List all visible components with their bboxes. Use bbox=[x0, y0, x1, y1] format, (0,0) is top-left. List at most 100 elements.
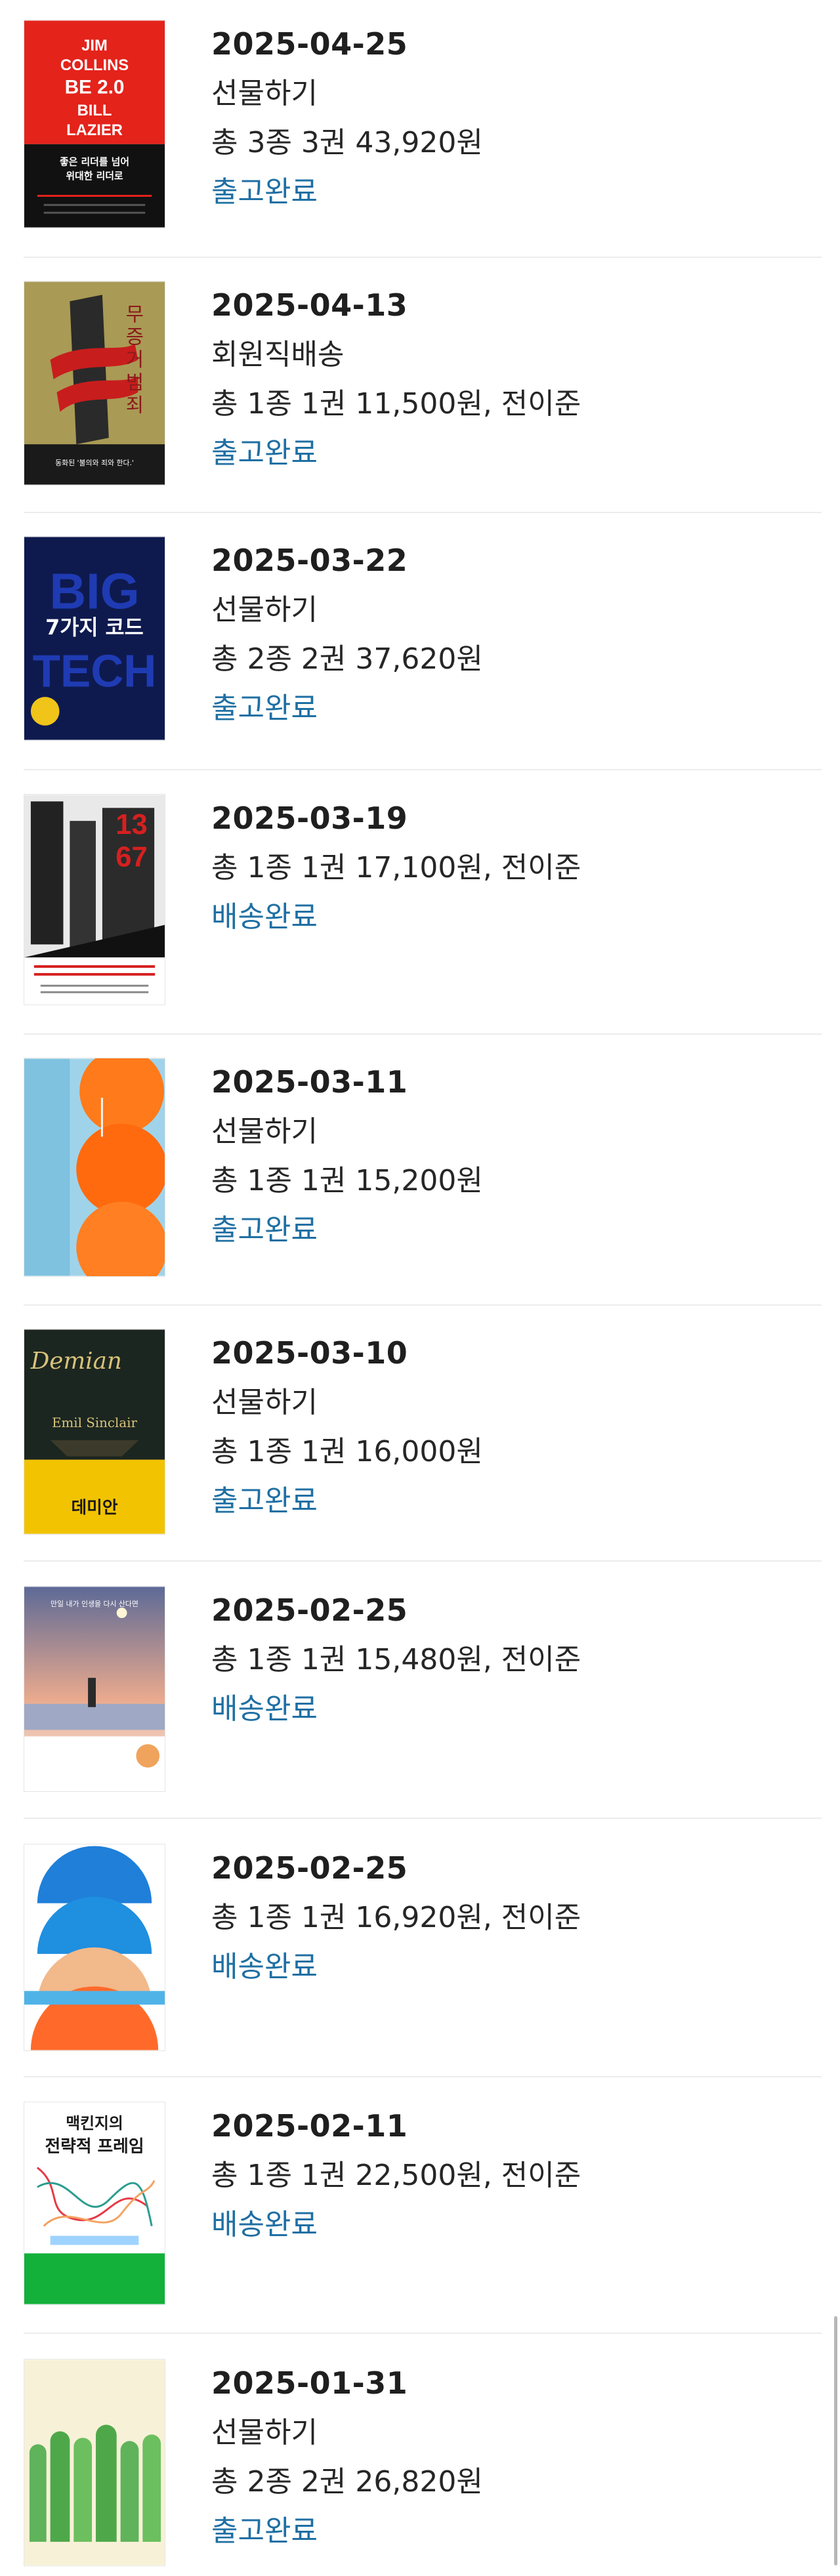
order-date: 2025-02-25 bbox=[211, 1592, 408, 1628]
order-info: 2025-01-31 선물하기 총 2종 2권 26,820원 출고완료 bbox=[211, 2359, 483, 2556]
order-status-link[interactable]: 출고완료 bbox=[211, 1205, 483, 1255]
cover-title-line: COLLINS bbox=[60, 56, 129, 74]
cover-title-line: 무 bbox=[126, 303, 144, 326]
order-date: 2025-01-31 bbox=[211, 2365, 408, 2401]
order-date: 2025-03-11 bbox=[211, 1064, 408, 1100]
book-cover-image: 맥킨지의 전략적 프레임 bbox=[24, 2102, 165, 2304]
book-cover-image: BIG TECH 7가지 코드 bbox=[24, 537, 165, 740]
order-info: 2025-02-25 총 1종 1권 15,480원, 전이준 배송완료 bbox=[211, 1586, 581, 1734]
cover-title-line: JIM bbox=[81, 37, 108, 54]
order-summary: 총 2종 2권 26,820원 bbox=[211, 2465, 483, 2499]
order-summary: 총 2종 2권 37,620원 bbox=[211, 642, 483, 676]
order-summary: 총 1종 1권 22,500원, 전이준 bbox=[211, 2159, 581, 2192]
divider bbox=[24, 1560, 822, 1562]
order-status-link[interactable]: 출고완료 bbox=[211, 167, 483, 217]
order-info: 2025-04-25 선물하기 총 3종 3권 43,920원 출고완료 bbox=[211, 20, 483, 217]
book-cover-image bbox=[24, 1058, 165, 1276]
book-cover-image bbox=[24, 1844, 165, 2050]
divider bbox=[24, 1304, 822, 1306]
scrollbar[interactable] bbox=[834, 2316, 837, 2566]
divider bbox=[24, 2333, 822, 2334]
order-summary: 총 1종 1권 15,480원, 전이준 bbox=[211, 1643, 581, 1676]
order-date: 2025-03-22 bbox=[211, 543, 408, 578]
cover-title-line: 만일 내가 인생을 다시 산다면 bbox=[51, 1599, 138, 1608]
book-cover-image bbox=[24, 2359, 165, 2566]
order-date: 2025-03-10 bbox=[211, 1335, 408, 1371]
book-cover[interactable] bbox=[24, 1844, 165, 2051]
order-summary: 총 3종 3권 43,920원 bbox=[211, 126, 483, 159]
cover-title-line: TECH bbox=[33, 645, 157, 696]
cover-title-line: LAZIER bbox=[66, 121, 123, 139]
order-summary: 총 1종 1권 17,100원, 전이준 bbox=[211, 851, 581, 884]
book-cover[interactable] bbox=[24, 2359, 165, 2566]
order-info: 2025-03-22 선물하기 총 2종 2권 37,620원 출고완료 bbox=[211, 536, 483, 733]
cover-title-line: 맥킨지의 bbox=[66, 2114, 123, 2132]
book-cover-image: 무 증 거 범 죄 동화된 '불의와 죄와 한다.' bbox=[24, 281, 165, 485]
cover-title-line: 67 bbox=[116, 841, 147, 873]
order-date: 2025-04-13 bbox=[211, 287, 408, 323]
order-summary: 총 1종 1권 16,000원 bbox=[211, 1435, 483, 1468]
order-status-link[interactable]: 출고완료 bbox=[211, 1476, 483, 1526]
cover-title-line: 범 bbox=[126, 371, 144, 394]
cover-subtitle: 동화된 '불의와 죄와 한다.' bbox=[55, 459, 134, 467]
book-cover-image: 13 67 bbox=[24, 795, 165, 1005]
book-cover-image: Demian Emil Sinclair 데미안 bbox=[24, 1329, 165, 1534]
book-cover[interactable]: 13 67 bbox=[24, 794, 165, 1005]
order-date: 2025-04-25 bbox=[211, 26, 408, 62]
order-type: 선물하기 bbox=[211, 77, 318, 110]
divider bbox=[24, 2076, 822, 2077]
cover-title-line: 전략적 프레임 bbox=[45, 2137, 144, 2157]
order-info: 2025-03-19 총 1종 1권 17,100원, 전이준 배송완료 bbox=[211, 794, 581, 942]
cover-title-line: Emil Sinclair bbox=[52, 1415, 137, 1430]
order-summary: 총 1종 1권 16,920원, 전이준 bbox=[211, 1901, 581, 1934]
divider bbox=[24, 512, 822, 513]
order-status-link[interactable]: 출고완료 bbox=[211, 428, 581, 478]
cover-title-line: 거 bbox=[126, 348, 144, 371]
order-date: 2025-03-19 bbox=[211, 800, 408, 836]
cover-title-line: Demian bbox=[30, 1348, 122, 1375]
book-cover[interactable]: JIM COLLINS BE 2.0 BILL LAZIER 좋은 리더를 넘어… bbox=[24, 20, 165, 228]
divider bbox=[24, 1033, 822, 1035]
order-status-link[interactable]: 배송완료 bbox=[211, 1942, 581, 1991]
book-cover-image: 만일 내가 인생을 다시 산다면 bbox=[24, 1587, 165, 1791]
order-type: 선물하기 bbox=[211, 2416, 318, 2449]
order-status-link[interactable]: 출고완료 bbox=[211, 684, 483, 733]
book-cover[interactable] bbox=[24, 1058, 165, 1277]
order-status-link[interactable]: 배송완료 bbox=[211, 892, 581, 942]
book-cover[interactable]: 만일 내가 인생을 다시 산다면 bbox=[24, 1586, 165, 1792]
order-status-link[interactable]: 배송완료 bbox=[211, 2200, 581, 2249]
order-type: 선물하기 bbox=[211, 1386, 318, 1419]
cover-title-line: 증 bbox=[126, 326, 144, 349]
order-info: 2025-02-25 총 1종 1권 16,920원, 전이준 배송완료 bbox=[211, 1844, 581, 1991]
cover-title-line: BILL bbox=[77, 102, 112, 119]
order-date: 2025-02-25 bbox=[211, 1850, 408, 1886]
cover-title-line: BIG bbox=[49, 563, 139, 619]
order-info: 2025-03-11 선물하기 총 1종 1권 15,200원 출고완료 bbox=[211, 1058, 483, 1255]
order-summary: 총 1종 1권 15,200원 bbox=[211, 1164, 483, 1197]
divider bbox=[24, 1818, 822, 1819]
book-cover[interactable]: BIG TECH 7가지 코드 bbox=[24, 536, 165, 741]
cover-title-line: 죄 bbox=[126, 394, 144, 417]
order-status-link[interactable]: 출고완료 bbox=[211, 2506, 483, 2556]
cover-subtitle: 데미안 bbox=[71, 1498, 117, 1518]
order-summary: 총 1종 1권 11,500원, 전이준 bbox=[211, 387, 581, 421]
order-type: 선물하기 bbox=[211, 1115, 318, 1148]
cover-title-line: BE 2.0 bbox=[65, 76, 125, 98]
order-type: 회원직배송 bbox=[211, 338, 345, 371]
cover-subtitle: 좋은 리더를 넘어 bbox=[60, 156, 129, 167]
cover-subtitle: 위대한 리더로 bbox=[66, 170, 123, 182]
order-info: 2025-03-10 선물하기 총 1종 1권 16,000원 출고완료 bbox=[211, 1329, 483, 1526]
divider bbox=[24, 769, 822, 770]
order-info: 2025-02-11 총 1종 1권 22,500원, 전이준 배송완료 bbox=[211, 2102, 581, 2249]
order-status-link[interactable]: 배송완료 bbox=[211, 1684, 581, 1734]
cover-subtitle: 7가지 코드 bbox=[45, 616, 144, 640]
order-info: 2025-04-13 회원직배송 총 1종 1권 11,500원, 전이준 출고… bbox=[211, 281, 581, 478]
divider bbox=[24, 257, 822, 258]
book-cover[interactable]: 맥킨지의 전략적 프레임 bbox=[24, 2102, 165, 2305]
book-cover[interactable]: 무 증 거 범 죄 동화된 '불의와 죄와 한다.' bbox=[24, 281, 165, 486]
book-cover-image: JIM COLLINS BE 2.0 BILL LAZIER 좋은 리더를 넘어… bbox=[24, 20, 165, 228]
book-cover[interactable]: Demian Emil Sinclair 데미안 bbox=[24, 1329, 165, 1535]
order-type: 선물하기 bbox=[211, 593, 318, 627]
cover-title-line: 13 bbox=[116, 809, 147, 841]
order-date: 2025-02-11 bbox=[211, 2108, 408, 2144]
